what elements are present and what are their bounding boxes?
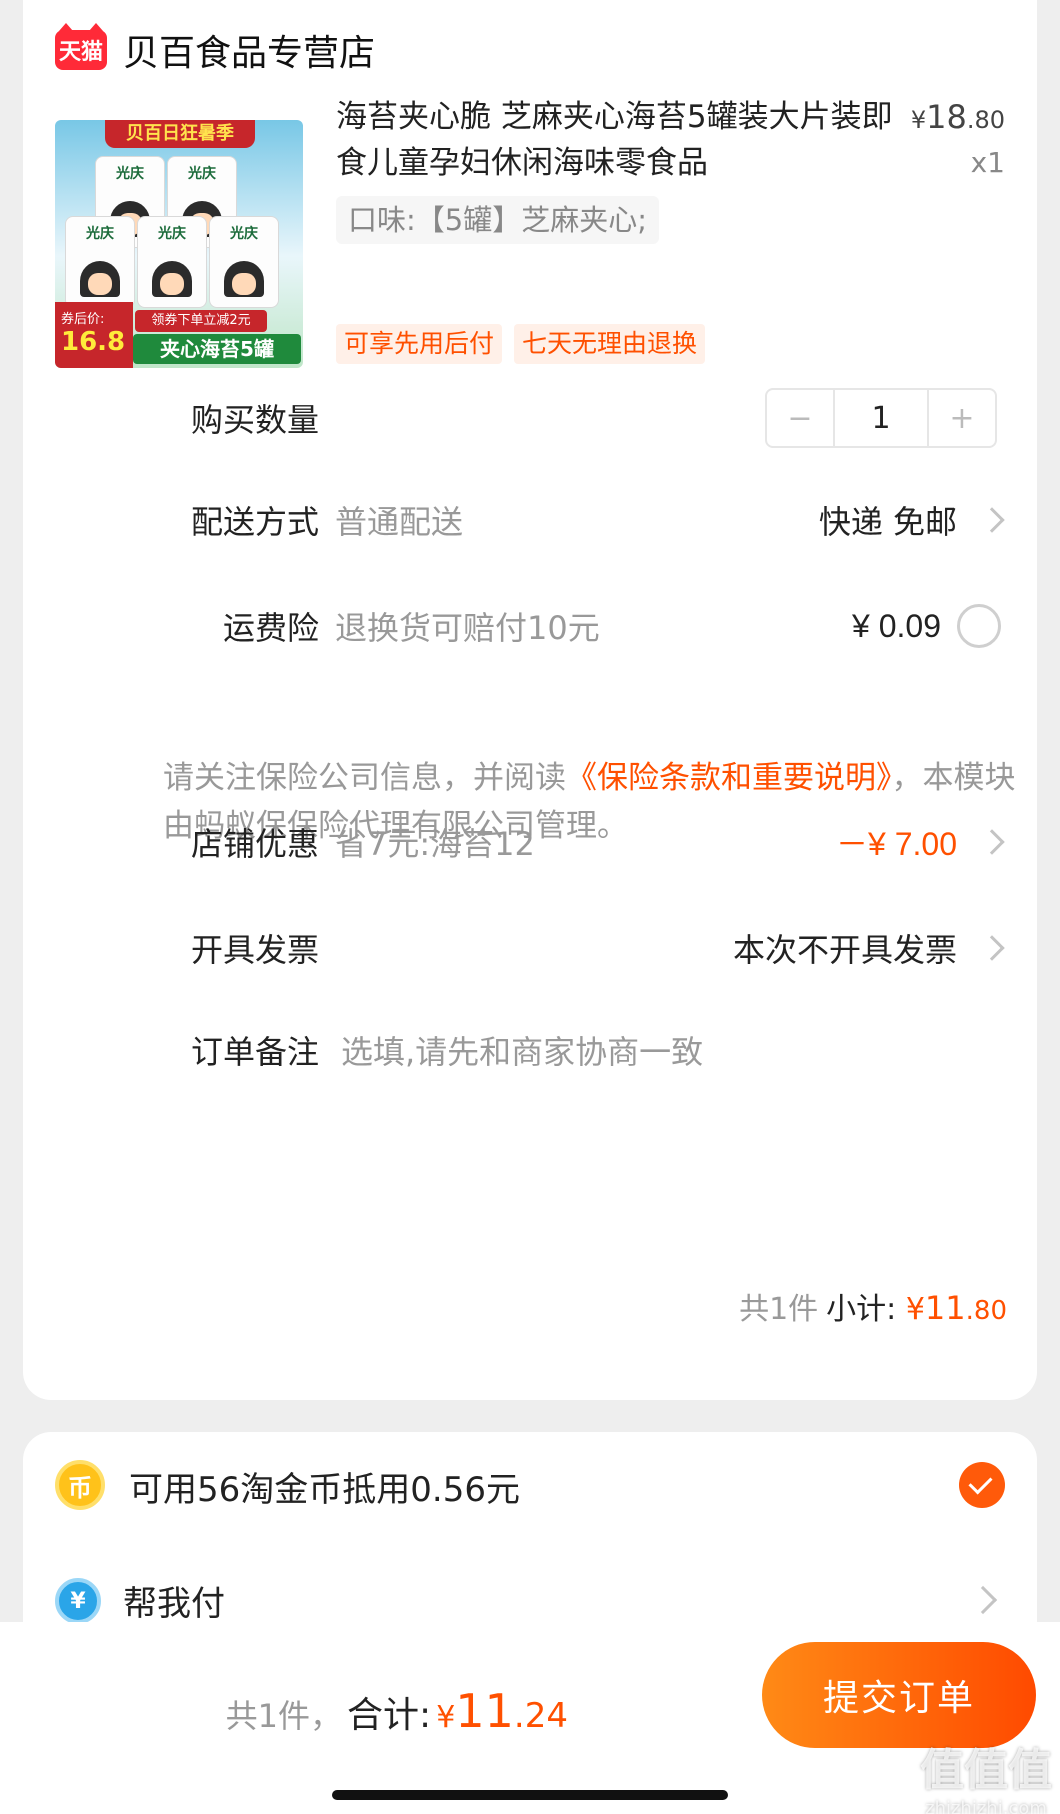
can-graphic: 光庆 <box>137 216 207 308</box>
shipping-row[interactable]: 配送方式 普通配送 快递 免邮 <box>23 490 1037 550</box>
can-graphic: 光庆 <box>209 216 279 308</box>
image-ribbon-text: 领券下单立减2元 <box>135 310 267 332</box>
order-card: 天猫 贝百食品专营店 贝百日狂暑季 光庆 光庆 光庆 光庆 光庆 券后价: 16… <box>23 0 1037 1400</box>
help-pay-label[interactable]: 帮我付 <box>123 1576 225 1625</box>
product-sku: 口味:【5罐】芝麻夹心; <box>336 196 659 244</box>
checkout-bar: 共1件， 合计: ¥11.24 提交订单 值值值 zhizhizhi.com <box>0 1622 1060 1814</box>
insurance-radio[interactable] <box>957 604 1001 648</box>
image-price-tag: 券后价: 16.8 <box>55 302 133 368</box>
help-pay-icon: ¥ <box>55 1578 101 1624</box>
remark-label: 订单备注 <box>190 1033 319 1071</box>
discount-label: 店铺优惠 <box>190 825 319 863</box>
chevron-right-icon <box>979 935 1005 961</box>
remark-input[interactable]: 选填,请先和商家协商一致 <box>341 1027 703 1073</box>
image-strip-text: 夹心海苔5罐 <box>133 334 301 364</box>
subtotal-count: 共1件 <box>739 1292 819 1327</box>
discount-value: －¥ 7.00 <box>836 826 957 862</box>
shipping-method: 普通配送 <box>335 503 464 541</box>
invoice-row[interactable]: 开具发票 本次不开具发票 <box>23 918 1037 978</box>
coin-deduction-text: 可用56淘金币抵用0.56元 <box>129 1470 520 1510</box>
store-name[interactable]: 贝百食品专营店 <box>123 24 375 76</box>
tag-seven-day-return: 七天无理由退换 <box>514 324 706 364</box>
subtotal-label: 小计: <box>826 1292 897 1327</box>
insurance-terms-link[interactable]: 《保险条款和重要说明》 <box>566 760 892 796</box>
total-amount: ¥11.24 <box>436 1684 568 1738</box>
insurance-row: 运费险 退换货可赔付10元 ¥ 0.09 <box>23 596 1037 656</box>
quantity-row: 购买数量 − 1 + <box>23 388 1037 448</box>
insurance-price: ¥ 0.09 <box>852 607 941 644</box>
quantity-value[interactable]: 1 <box>833 390 929 446</box>
quantity-label: 购买数量 <box>190 401 319 439</box>
taobao-coin-icon: 币 <box>55 1460 105 1510</box>
submit-order-button[interactable]: 提交订单 <box>762 1642 1036 1748</box>
shipping-label: 配送方式 <box>190 503 319 541</box>
discount-description: 省7元:海苔12 <box>335 825 535 863</box>
decrement-button[interactable]: − <box>767 390 833 446</box>
total-summary: 共1件， 合计: ¥11.24 <box>226 1684 568 1738</box>
image-banner-text: 贝百日狂暑季 <box>105 120 255 148</box>
checkmark-icon[interactable] <box>959 1462 1005 1508</box>
shipping-value: 快递 免邮 <box>818 503 957 541</box>
invoice-value: 本次不开具发票 <box>732 931 957 969</box>
can-graphic: 光庆 <box>65 216 135 308</box>
insurance-description: 退换货可赔付10元 <box>335 609 600 647</box>
service-tags: 可享先用后付 七天无理由退换 <box>336 324 706 364</box>
invoice-label: 开具发票 <box>190 931 319 969</box>
product-quantity: x1 <box>970 146 1005 179</box>
store-discount-row[interactable]: 店铺优惠 省7元:海苔12 －¥ 7.00 <box>23 812 1037 872</box>
home-indicator[interactable] <box>332 1790 728 1800</box>
chevron-right-icon <box>979 507 1005 533</box>
total-count: 共1件， <box>225 1697 342 1735</box>
total-label: 合计: <box>347 1695 432 1736</box>
product-image[interactable]: 贝百日狂暑季 光庆 光庆 光庆 光庆 光庆 券后价: 16.8 领券下单立减2元… <box>55 120 303 368</box>
product-price: ¥18.80 <box>910 98 1005 136</box>
notice-text: 请关注保险公司信息，并阅读 <box>163 760 566 796</box>
store-header[interactable]: 天猫 贝百食品专营店 <box>55 23 375 76</box>
watermark: 值值值 zhizhizhi.com <box>920 1745 1052 1814</box>
increment-button[interactable]: + <box>929 390 995 446</box>
product-title[interactable]: 海苔夹心脆 芝麻夹心海苔5罐装大片装即食儿童孕妇休闲海味零食品 <box>336 94 896 186</box>
quantity-stepper[interactable]: − 1 + <box>765 388 997 448</box>
tag-pay-later: 可享先用后付 <box>336 324 503 364</box>
subtotal-amount: ¥11.80 <box>905 1289 1007 1327</box>
subtotal: 共1件 小计: ¥11.80 <box>739 1284 1007 1328</box>
remark-row: 订单备注 选填,请先和商家协商一致 <box>23 1020 1037 1080</box>
chevron-right-icon <box>979 829 1005 855</box>
insurance-label: 运费险 <box>222 609 319 647</box>
tmall-badge-icon: 天猫 <box>55 23 107 70</box>
chevron-right-icon[interactable] <box>968 1585 998 1615</box>
